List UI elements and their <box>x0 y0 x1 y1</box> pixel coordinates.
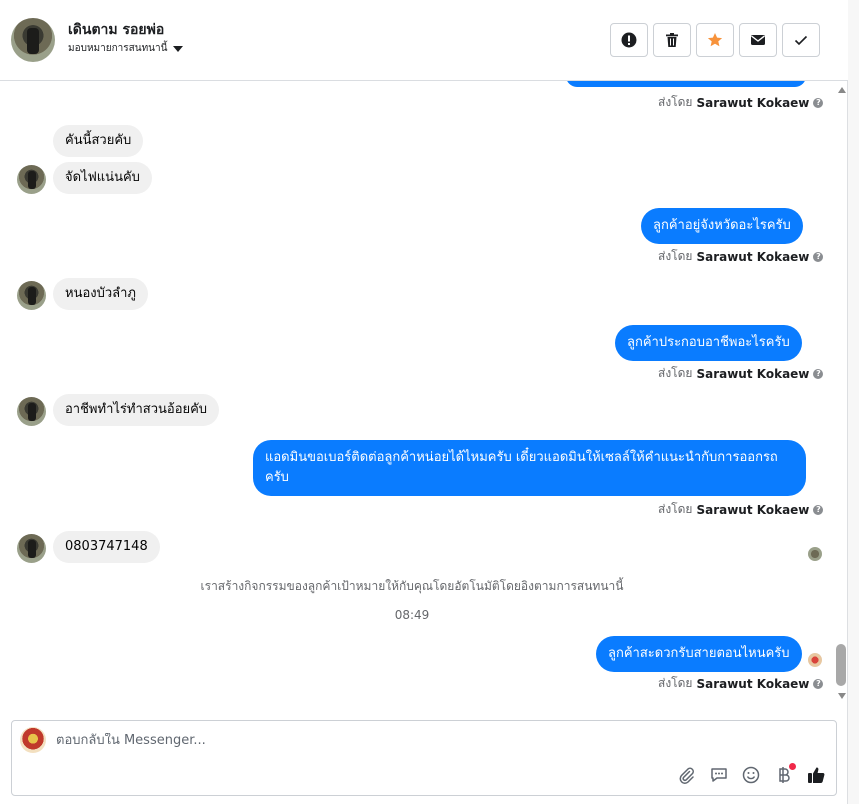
contact-avatar-small <box>17 281 46 310</box>
payment-button[interactable] <box>774 763 796 785</box>
message-bubble-incoming[interactable]: 0803747148 <box>53 531 160 563</box>
scroll-thumb[interactable] <box>836 644 846 686</box>
question-icon[interactable]: ? <box>813 504 824 515</box>
assign-label: มอบหมายการสนทนานี้ <box>68 43 168 54</box>
contact-avatar-small <box>17 165 46 194</box>
system-note: เราสร้างกิจกรรมของลูกค้าเป้าหมายให้กับคุ… <box>200 579 624 593</box>
thread-scrollbar[interactable] <box>836 81 848 709</box>
assign-conversation-dropdown[interactable]: มอบหมายการสนทนานี้ <box>68 41 184 56</box>
check-icon <box>794 35 808 46</box>
sent-by-label: ส่งโดย Sarawut Kokaew ? <box>658 93 824 112</box>
message-bubble-outgoing[interactable]: แอดมินขอเบอร์ติดต่อลูกค้าหน่อยได้ไหมครับ… <box>253 440 806 496</box>
message-thread[interactable]: ส่งโดย Sarawut Kokaew ? คันนี้สวยคับ จัด… <box>0 81 836 709</box>
seen-receipt-avatar <box>808 547 822 561</box>
conversation-header: เดินตาม รอยพ่อ มอบหมายการสนทนานี้ <box>0 0 848 81</box>
inbox-conversation-panel: เดินตาม รอยพ่อ มอบหมายการสนทนานี้ ส่งโดย… <box>0 0 848 804</box>
message-bubble-outgoing[interactable]: ลูกค้าอยู่จังหวัดอะไรครับ <box>641 208 803 244</box>
sent-by-label: ส่งโดย Sarawut Kokaew ? <box>658 364 824 383</box>
message-bubble-incoming[interactable]: อาชีพทำไร่ทำสวนอ้อยคับ <box>53 394 220 426</box>
sent-by-label: ส่งโดย Sarawut Kokaew ? <box>658 247 824 266</box>
envelope-icon <box>751 35 765 45</box>
saved-replies-icon <box>711 768 727 782</box>
attach-file-button[interactable] <box>676 765 696 785</box>
exclamation-icon <box>621 32 637 48</box>
message-bubble-outgoing[interactable]: ลูกค้าสะดวกรับสายตอนไหนครับ <box>596 636 802 672</box>
reply-composer <box>11 720 837 796</box>
paperclip-icon <box>679 767 694 784</box>
message-bubble-incoming[interactable]: คันนี้สวยคับ <box>53 125 144 157</box>
reply-input[interactable] <box>56 733 656 748</box>
message-bubble-outgoing-partial[interactable] <box>566 81 806 87</box>
mark-unread-button[interactable] <box>739 23 777 57</box>
question-icon[interactable]: ? <box>813 97 824 108</box>
question-icon[interactable]: ? <box>813 368 824 379</box>
star-button[interactable] <box>696 23 734 57</box>
sent-by-label: ส่งโดย Sarawut Kokaew ? <box>658 674 824 693</box>
contact-avatar-small <box>17 534 46 563</box>
emoji-button[interactable] <box>741 765 761 785</box>
send-like-button[interactable] <box>806 765 826 785</box>
caret-down-icon <box>173 45 184 52</box>
page-seen-avatar <box>808 653 822 667</box>
page-scrollbar[interactable] <box>848 0 859 804</box>
thumbs-up-icon <box>808 767 825 784</box>
mark-spam-button[interactable] <box>610 23 648 57</box>
mark-done-button[interactable] <box>782 23 820 57</box>
notification-dot <box>789 763 796 770</box>
contact-avatar[interactable] <box>11 18 55 62</box>
saved-replies-button[interactable] <box>709 765 729 785</box>
emoji-icon <box>742 766 760 784</box>
delete-button[interactable] <box>653 23 691 57</box>
scroll-down-arrow-icon[interactable] <box>838 693 846 699</box>
message-bubble-incoming[interactable]: หนองบัวลำภู <box>53 278 148 310</box>
message-bubble-outgoing[interactable]: ลูกค้าประกอบอาชีพอะไรครับ <box>615 325 802 361</box>
trash-icon <box>666 33 678 47</box>
question-icon[interactable]: ? <box>813 678 824 689</box>
contact-avatar-small <box>17 397 46 426</box>
page-avatar <box>20 727 46 753</box>
sent-by-label: ส่งโดย Sarawut Kokaew ? <box>658 500 824 519</box>
scroll-up-arrow-icon[interactable] <box>838 87 846 93</box>
question-icon[interactable]: ? <box>813 251 824 262</box>
timestamp: 08:49 <box>394 608 430 622</box>
message-bubble-incoming[interactable]: จัดไฟแน่นคับ <box>53 162 152 194</box>
contact-name[interactable]: เดินตาม รอยพ่อ <box>68 19 164 41</box>
star-icon <box>707 33 723 47</box>
